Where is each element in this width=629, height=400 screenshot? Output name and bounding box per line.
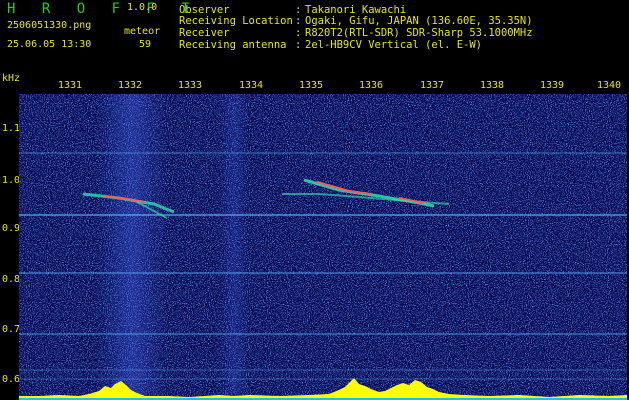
x-tick-label: 1335 bbox=[298, 80, 324, 91]
x-tick-label: 1331 bbox=[57, 80, 83, 91]
interference-band bbox=[97, 94, 167, 400]
x-tick-label: 1334 bbox=[238, 80, 264, 91]
time-axis: 1331 1332 1333 1334 1335 1336 1337 1338 … bbox=[0, 74, 629, 94]
meteor-count-value: 59 bbox=[139, 39, 152, 50]
y-tick-label: 0.9 bbox=[2, 223, 21, 234]
location-value: Ogaki, Gifu, JAPAN (136.60E, 35.35N) bbox=[305, 15, 533, 27]
x-tick-label: 1339 bbox=[539, 80, 565, 91]
x-tick-label: 1332 bbox=[117, 80, 143, 91]
app-version: 1.0.0 bbox=[127, 2, 158, 13]
antenna-label: Receiving antenna bbox=[179, 39, 287, 51]
observer-label: Observer bbox=[179, 4, 230, 16]
x-tick-label: 1340 bbox=[596, 80, 622, 91]
x-tick-label: 1333 bbox=[177, 80, 203, 91]
location-separator: : bbox=[295, 15, 302, 27]
location-label: Receiving Location bbox=[179, 15, 293, 27]
file-name: 2506051330.png bbox=[7, 20, 92, 31]
y-tick-label: 0.7 bbox=[2, 324, 21, 335]
receiver-separator: : bbox=[295, 27, 302, 39]
meteor-count-label: meteor bbox=[124, 26, 161, 37]
y-tick-label: 1.1 bbox=[2, 123, 21, 134]
spectrogram bbox=[19, 94, 627, 400]
receiver-value: R820T2(RTL-SDR) SDR-Sharp 53.1000MHz bbox=[305, 27, 533, 39]
interference-band bbox=[219, 94, 249, 400]
receiver-label: Receiver bbox=[179, 27, 230, 39]
x-tick-label: 1337 bbox=[419, 80, 445, 91]
observer-separator: : bbox=[295, 4, 302, 16]
app-title: H R O F F T bbox=[7, 1, 199, 17]
y-tick-label: 0.8 bbox=[2, 274, 21, 285]
observation-datetime: 25.06.05 13:30 bbox=[7, 39, 92, 50]
spectrogram-graphic bbox=[19, 94, 627, 400]
antenna-separator: : bbox=[295, 39, 302, 51]
x-tick-label: 1338 bbox=[479, 80, 505, 91]
y-axis-unit: kHz bbox=[2, 73, 21, 84]
y-tick-label: 0.6 bbox=[2, 374, 21, 385]
observer-value: Takanori Kawachi bbox=[305, 4, 407, 16]
y-tick-label: 1.0 bbox=[2, 175, 21, 186]
x-tick-label: 1336 bbox=[358, 80, 384, 91]
antenna-value: 2el-HB9CV Vertical (el. E-W) bbox=[305, 39, 483, 51]
header-panel: H R O F F T 1.0.0 2506051330.png 25.06.0… bbox=[0, 0, 629, 74]
